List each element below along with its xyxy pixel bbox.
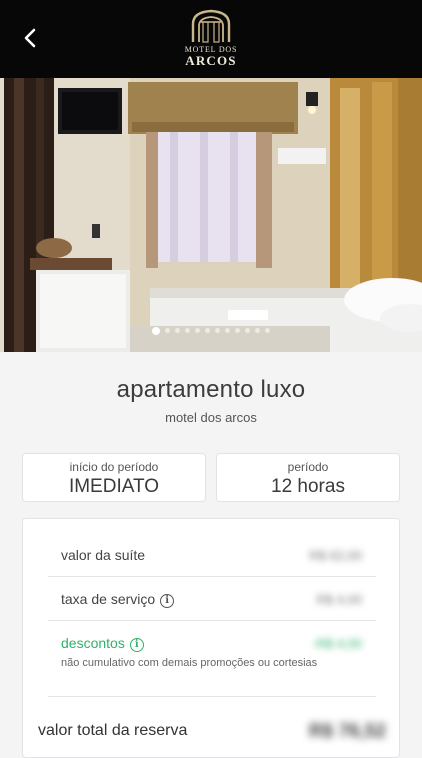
carousel-dot[interactable]	[245, 328, 250, 333]
chevron-left-icon	[24, 28, 36, 48]
carousel-dot[interactable]	[185, 328, 190, 333]
discount-note: não cumulativo com demais promoções ou c…	[61, 657, 318, 669]
carousel-dot[interactable]	[175, 328, 180, 333]
motel-logo: MOTEL DOS ARCOS	[175, 8, 247, 72]
discount-label: descontos	[61, 635, 125, 651]
carousel-dot[interactable]	[195, 328, 200, 333]
carousel-dot[interactable]	[215, 328, 220, 333]
info-icon[interactable]: i	[160, 594, 175, 608]
carousel-dot[interactable]	[265, 328, 270, 333]
service-fee-row: taxa de serviço i R$ 4,00	[48, 577, 376, 621]
start-period-label: início do período	[69, 460, 159, 474]
total-label: valor total da reserva	[38, 722, 188, 739]
carousel-dots[interactable]	[0, 326, 422, 336]
carousel-dot[interactable]	[152, 326, 160, 335]
period-card: período 12 horas	[216, 453, 400, 502]
discount-value: -R$ 4,00	[312, 636, 362, 651]
room-photo	[0, 78, 422, 352]
total-value: R$ 76,52	[308, 721, 386, 742]
logo-text-line2: ARCOS	[185, 53, 237, 68]
motel-name: motel dos arcos	[165, 410, 257, 425]
carousel-dot[interactable]	[165, 328, 170, 333]
room-title: apartamento luxo	[116, 376, 306, 403]
service-fee-label: taxa de serviço	[61, 591, 156, 607]
service-fee-label-wrap: taxa de serviço i	[61, 591, 175, 608]
suite-price-row: valor da suíte R$ 62,00	[48, 533, 376, 577]
start-period-card: início do período IMEDIATO	[22, 453, 206, 502]
carousel-dot[interactable]	[225, 328, 230, 333]
arch-logo-icon	[191, 9, 231, 43]
header-bar: MOTEL DOS ARCOS	[0, 0, 422, 78]
carousel-dot[interactable]	[205, 328, 210, 333]
discount-row: descontos i -R$ 4,00 não cumulativo com d…	[48, 621, 376, 697]
suite-price-label: valor da suíte	[61, 547, 146, 563]
back-button[interactable]	[18, 26, 42, 50]
discount-info-icon[interactable]: i	[129, 638, 144, 652]
discount-label-wrap: descontos i	[61, 635, 144, 652]
suite-price-value: R$ 62,00	[309, 548, 362, 563]
service-fee-value: R$ 4,00	[316, 592, 362, 607]
start-period-value: IMEDIATO	[68, 476, 160, 497]
period-label: período	[287, 460, 329, 474]
room-photo-carousel[interactable]	[0, 78, 422, 352]
period-value: 12 horas	[271, 476, 345, 497]
carousel-dot[interactable]	[235, 328, 240, 333]
room-details: apartamento luxo motel dos arcos início …	[0, 352, 422, 758]
carousel-dot[interactable]	[255, 328, 260, 333]
